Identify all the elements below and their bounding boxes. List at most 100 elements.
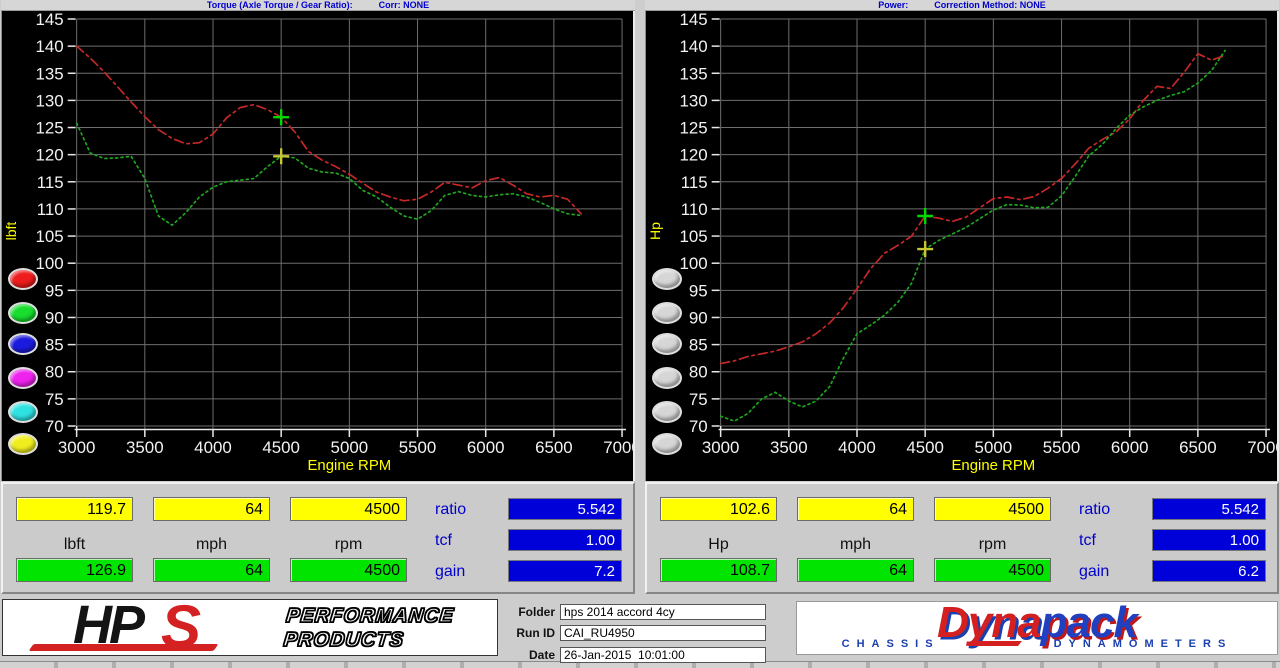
svg-text:95: 95 bbox=[45, 281, 64, 300]
svg-text:135: 135 bbox=[680, 64, 708, 83]
date-label: Date bbox=[508, 648, 560, 662]
run-button-3[interactable] bbox=[652, 333, 682, 355]
svg-text:80: 80 bbox=[45, 363, 64, 382]
footer-bar: HP S PERFORMANCE PRODUCTS Folder Run ID … bbox=[0, 594, 1280, 661]
svg-text:75: 75 bbox=[689, 390, 708, 409]
torque-chart-svg: 7075808590951001051101151201251301351401… bbox=[2, 11, 633, 481]
folder-field[interactable] bbox=[560, 604, 766, 620]
svg-text:130: 130 bbox=[680, 91, 708, 110]
svg-text:130: 130 bbox=[36, 91, 64, 110]
svg-text:5500: 5500 bbox=[399, 438, 437, 457]
hps-performance-text: PERFORMANCE bbox=[285, 604, 455, 628]
svg-text:6000: 6000 bbox=[1111, 438, 1149, 457]
svg-text:145: 145 bbox=[36, 11, 64, 29]
torque-readout-panel: 119.7 64 4500 lbft mph rpm 126.9 64 4500… bbox=[1, 482, 635, 594]
run-button-6[interactable] bbox=[652, 433, 682, 455]
ratio-value: 5.542 bbox=[508, 498, 622, 520]
svg-text:135: 135 bbox=[36, 64, 64, 83]
ratio-label: ratio bbox=[1079, 501, 1139, 519]
run-button-blue[interactable] bbox=[8, 333, 38, 355]
unit-label-hp: Hp bbox=[660, 536, 777, 554]
cursor1-speed-value: 64 bbox=[153, 497, 270, 521]
svg-text:145: 145 bbox=[680, 11, 708, 29]
run-button-2[interactable] bbox=[652, 302, 682, 324]
torque-chart: 7075808590951001051101151201251301351401… bbox=[1, 11, 635, 481]
svg-text:Engine RPM: Engine RPM bbox=[951, 457, 1035, 474]
svg-text:90: 90 bbox=[689, 308, 708, 327]
svg-text:110: 110 bbox=[37, 200, 64, 219]
svg-text:5500: 5500 bbox=[1043, 438, 1081, 457]
unit-label-rpm: rpm bbox=[290, 536, 407, 554]
cursor2-rpm-value: 4500 bbox=[290, 558, 407, 582]
power-chart-svg: 7075808590951001051101151201251301351401… bbox=[646, 11, 1277, 481]
power-chart: 7075808590951001051101151201251301351401… bbox=[645, 11, 1279, 481]
hps-logo-swoosh bbox=[29, 644, 219, 651]
svg-text:6500: 6500 bbox=[535, 438, 573, 457]
svg-text:100: 100 bbox=[36, 254, 64, 273]
svg-text:110: 110 bbox=[681, 200, 708, 219]
svg-text:105: 105 bbox=[680, 227, 708, 246]
folder-row: Folder bbox=[508, 604, 766, 620]
hps-logo: HP S PERFORMANCE PRODUCTS bbox=[2, 599, 498, 656]
run-button-cyan[interactable] bbox=[8, 401, 38, 423]
svg-text:7000: 7000 bbox=[1247, 438, 1277, 457]
cursor2-power-value: 108.7 bbox=[660, 558, 777, 582]
hps-logo-tagline: PERFORMANCE PRODUCTS bbox=[282, 604, 455, 652]
cursor2-rpm-value: 4500 bbox=[934, 558, 1051, 582]
run-id-field[interactable] bbox=[560, 625, 766, 641]
svg-text:3500: 3500 bbox=[770, 438, 808, 457]
ratio-value: 5.542 bbox=[1152, 498, 1266, 520]
tcf-value: 1.00 bbox=[1152, 529, 1266, 551]
gain-label: gain bbox=[435, 563, 495, 581]
gain-label: gain bbox=[1079, 563, 1139, 581]
svg-text:4000: 4000 bbox=[194, 438, 232, 457]
svg-text:6000: 6000 bbox=[467, 438, 505, 457]
tcf-value: 1.00 bbox=[508, 529, 622, 551]
run-id-row: Run ID bbox=[508, 625, 766, 641]
svg-text:lbft: lbft bbox=[3, 222, 19, 241]
unit-label-mph: mph bbox=[797, 536, 914, 554]
tcf-label: tcf bbox=[435, 532, 495, 550]
run-button-yellow[interactable] bbox=[8, 433, 38, 455]
power-header: Power: Correction Method: NONE bbox=[645, 0, 1279, 11]
run-button-5[interactable] bbox=[652, 401, 682, 423]
svg-text:4500: 4500 bbox=[262, 438, 300, 457]
svg-text:140: 140 bbox=[36, 37, 64, 56]
run-button-1[interactable] bbox=[652, 268, 682, 290]
cursor1-rpm-value: 4500 bbox=[934, 497, 1051, 521]
run-id-label: Run ID bbox=[508, 626, 560, 640]
tcf-label: tcf bbox=[1079, 532, 1139, 550]
dynapack-swoosh bbox=[972, 641, 1022, 646]
cursor1-torque-value: 119.7 bbox=[16, 497, 133, 521]
cursor1-power-value: 102.6 bbox=[660, 497, 777, 521]
run-button-green[interactable] bbox=[8, 302, 38, 324]
power-readout-panel: 102.6 64 4500 Hp mph rpm 108.7 64 4500 r… bbox=[645, 482, 1279, 594]
svg-text:3500: 3500 bbox=[126, 438, 164, 457]
svg-text:6500: 6500 bbox=[1179, 438, 1217, 457]
date-field[interactable] bbox=[560, 647, 766, 663]
run-button-4[interactable] bbox=[652, 367, 682, 389]
svg-text:5000: 5000 bbox=[331, 438, 369, 457]
cursor2-torque-value: 126.9 bbox=[16, 558, 133, 582]
run-button-red[interactable] bbox=[8, 268, 38, 290]
unit-label-lbft: lbft bbox=[16, 536, 133, 554]
torque-panel: Torque (Axle Torque / Gear Ratio): Corr:… bbox=[1, 0, 635, 594]
cursor2-speed-value: 64 bbox=[797, 558, 914, 582]
svg-text:70: 70 bbox=[689, 417, 708, 436]
dynapack-dynamometers-text: DYNAMOMETERS bbox=[1054, 638, 1233, 650]
svg-text:4500: 4500 bbox=[906, 438, 944, 457]
svg-text:3000: 3000 bbox=[702, 438, 740, 457]
svg-text:115: 115 bbox=[681, 173, 708, 192]
svg-text:95: 95 bbox=[689, 281, 708, 300]
svg-text:70: 70 bbox=[45, 417, 64, 436]
run-info-fields: Folder Run ID Date bbox=[498, 598, 796, 658]
svg-text:120: 120 bbox=[680, 146, 708, 165]
svg-text:Engine RPM: Engine RPM bbox=[307, 457, 391, 474]
run-button-magenta[interactable] bbox=[8, 367, 38, 389]
power-header-correction: Correction Method: NONE bbox=[934, 0, 1046, 10]
cursor1-speed-value: 64 bbox=[797, 497, 914, 521]
svg-text:4000: 4000 bbox=[838, 438, 876, 457]
cursor1-rpm-value: 4500 bbox=[290, 497, 407, 521]
unit-label-mph: mph bbox=[153, 536, 270, 554]
folder-label: Folder bbox=[508, 605, 560, 619]
